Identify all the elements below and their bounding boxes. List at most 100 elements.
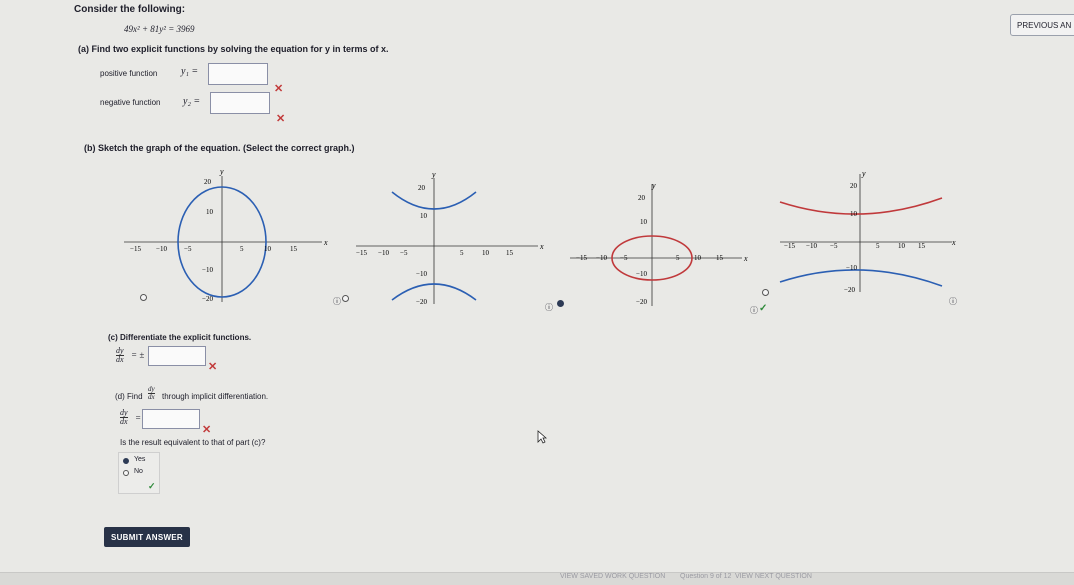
submit-answer-button[interactable]: SUBMIT ANSWER (104, 527, 190, 547)
hyperbola-lower-branch (779, 269, 943, 287)
x-tick-label: −15 (576, 254, 587, 262)
y-tick-label: −10 (636, 270, 647, 278)
fraction-numerator: dy (148, 385, 155, 393)
x-tick-label: −10 (596, 254, 607, 262)
graph-3-radio[interactable] (557, 300, 564, 307)
x-tick-label: 10 (898, 242, 906, 250)
view-next-question-link[interactable]: VIEW NEXT QUESTION (735, 573, 812, 580)
x-tick-label: −10 (378, 249, 389, 257)
dy-dx-fraction: dy dx (116, 347, 124, 364)
fraction-denominator: dx (148, 393, 155, 401)
part-d-prompt-prefix: (d) Find (115, 392, 143, 401)
y2-label: y₂ = (183, 96, 201, 107)
y1-label: y₁ = (181, 66, 199, 77)
graph-option-1[interactable]: x y 20 10 −10 −20 −15 −10 −5 5 10 15 (120, 168, 335, 310)
part-c-equals: = ± (131, 350, 145, 360)
part-d-input[interactable] (142, 409, 200, 429)
fraction-denominator: dx (116, 355, 124, 364)
y-tick-label: −20 (844, 286, 855, 294)
x-tick-label: 5 (676, 254, 680, 262)
yes-option-label: Yes (134, 456, 146, 463)
x-axis-label: x (951, 238, 956, 247)
yes-radio[interactable] (123, 458, 129, 464)
intro-text: Consider the following: (74, 4, 186, 15)
part-c-prompt: (c) Differentiate the explicit functions… (108, 333, 252, 342)
y-tick-label: 10 (420, 212, 428, 220)
x-tick-label: 15 (918, 242, 926, 250)
no-radio[interactable] (123, 470, 129, 476)
y1-incorrect-icon: ✕ (274, 83, 284, 95)
y-tick-label: 20 (638, 194, 646, 202)
part-c-incorrect-icon: ✕ (208, 361, 218, 373)
y-tick-label: −10 (846, 264, 857, 272)
y2-input[interactable] (210, 92, 270, 114)
graph-1-radio[interactable] (140, 294, 147, 301)
negative-function-label: negative function (100, 98, 161, 107)
part-b-prompt: (b) Sketch the graph of the equation. (S… (84, 143, 355, 153)
x-tick-label: −5 (620, 254, 628, 262)
part-d-inline-fraction: dy dx (148, 386, 155, 401)
y-tick-label: −20 (202, 295, 213, 303)
fraction-denominator: dx (120, 417, 128, 426)
part-d-prompt-suffix: through implicit differentiation. (162, 392, 269, 401)
dy-dx-fraction: dy dx (120, 409, 128, 426)
y-axis-label: y (651, 181, 656, 190)
footer-bar: VIEW SAVED WORK QUESTION Question 9 of 1… (0, 572, 1074, 585)
y-axis-label: y (219, 168, 224, 176)
equivalence-question: Is the result equivalent to that of part… (120, 438, 266, 447)
y-tick-label: 10 (640, 218, 648, 226)
x-tick-label: −15 (356, 249, 367, 257)
x-tick-label: 15 (290, 245, 298, 253)
fraction-numerator: dy (116, 346, 124, 355)
graph-3-correct-icon: ✓ (759, 303, 768, 314)
x-tick-label: 10 (694, 254, 702, 262)
graph-option-4[interactable]: x y 20 10 −10 −20 −15 −10 −5 5 10 15 (776, 168, 966, 298)
x-tick-label: 10 (482, 249, 490, 257)
graph-2-radio[interactable] (342, 295, 349, 302)
x-tick-label: −15 (784, 242, 795, 250)
x-axis-label: x (539, 242, 544, 251)
y-axis-label: y (431, 172, 436, 179)
x-tick-label: 5 (876, 242, 880, 250)
graph-4-radio[interactable] (762, 289, 769, 296)
y-tick-label: −20 (416, 298, 427, 306)
part-a-prompt: (a) Find two explicit functions by solvi… (78, 44, 389, 54)
graph-3-info-icon[interactable]: ⓘ (750, 305, 758, 316)
graph-option-2[interactable]: x y 20 10 −10 −20 −15 −10 −5 5 10 15 (352, 172, 552, 307)
view-saved-work-link[interactable]: VIEW SAVED WORK QUESTION (560, 573, 665, 580)
graph-1-info-icon[interactable]: ⓘ (333, 296, 341, 307)
x-tick-label: −5 (830, 242, 838, 250)
x-axis-label: x (743, 254, 748, 263)
y2-incorrect-icon: ✕ (276, 113, 286, 125)
equation: 49x² + 81y² = 3969 (124, 24, 195, 34)
x-axis-label: x (323, 238, 328, 247)
x-tick-label: 5 (240, 245, 244, 253)
y-axis-label: y (861, 169, 866, 178)
equivalence-correct-icon: ✓ (148, 481, 156, 491)
part-d-incorrect-icon: ✕ (202, 424, 212, 436)
question-counter: Question 9 of 12 (680, 573, 732, 580)
y-tick-label: −10 (416, 270, 427, 278)
graph-option-3[interactable]: x y 20 10 −10 −20 −15 −10 −5 5 10 15 (566, 176, 762, 308)
part-c-input[interactable] (148, 346, 206, 366)
x-tick-label: −5 (184, 245, 192, 253)
y-tick-label: −10 (202, 266, 213, 274)
y-tick-label: 10 (206, 208, 214, 216)
x-tick-label: −5 (400, 249, 408, 257)
previous-answers-button[interactable]: PREVIOUS AN (1010, 14, 1074, 36)
y-tick-label: 10 (850, 210, 858, 218)
graph-4-info-icon[interactable]: ⓘ (949, 296, 957, 307)
part-d-equals: = (135, 413, 142, 423)
x-tick-label: −10 (806, 242, 817, 250)
positive-function-label: positive function (100, 69, 158, 78)
mouse-cursor-icon (537, 430, 547, 444)
x-tick-label: −15 (130, 245, 141, 253)
x-tick-label: −10 (156, 245, 167, 253)
x-tick-label: 15 (506, 249, 514, 257)
no-option-label: No (134, 468, 143, 475)
y1-input[interactable] (208, 63, 268, 85)
x-tick-label: 10 (264, 245, 272, 253)
x-tick-label: 5 (460, 249, 464, 257)
graph-2-info-icon[interactable]: ⓘ (545, 302, 553, 313)
y-tick-label: 20 (204, 178, 212, 186)
